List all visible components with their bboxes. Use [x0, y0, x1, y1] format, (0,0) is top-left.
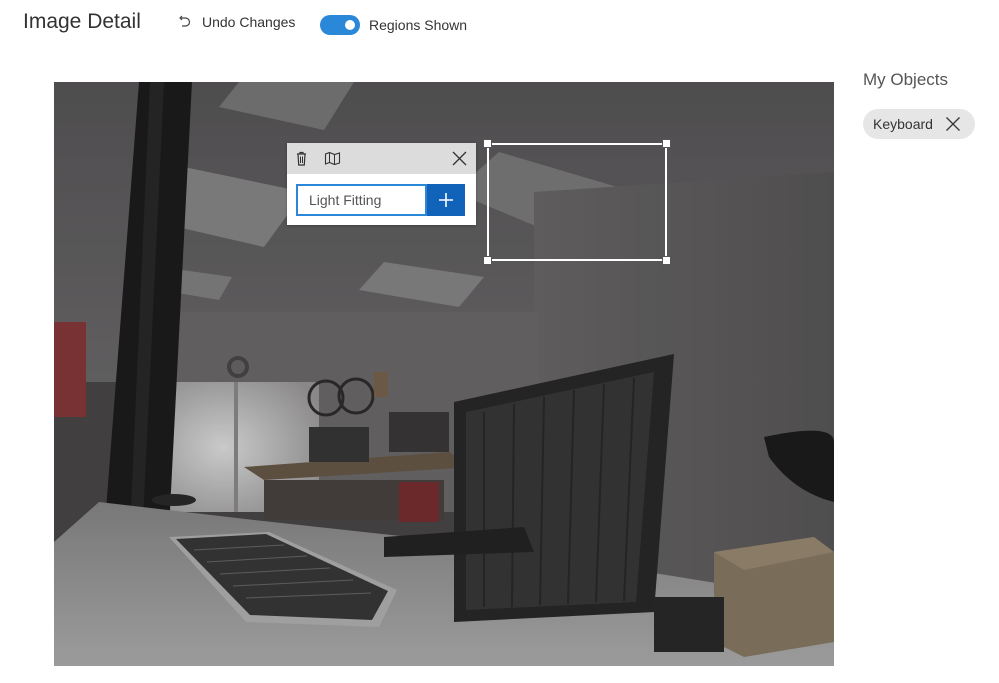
popup-body [296, 184, 465, 216]
regions-toggle-group: Regions Shown [320, 15, 467, 35]
regions-shown-label: Regions Shown [369, 17, 468, 33]
tag-name-input[interactable] [296, 184, 427, 216]
undo-changes-label: Undo Changes [202, 14, 296, 30]
header: Image Detail Undo Changes Regions Shown [0, 0, 999, 52]
undo-changes-button[interactable]: Undo Changes [176, 14, 295, 30]
page-title: Image Detail [23, 10, 141, 33]
my-objects-title: My Objects [863, 70, 949, 89]
object-chip-keyboard[interactable]: Keyboard [863, 109, 975, 139]
regions-shown-toggle[interactable] [320, 15, 360, 35]
undo-icon [179, 15, 191, 27]
toggle-knob [345, 20, 355, 30]
resize-handle-top-left[interactable] [483, 139, 492, 148]
object-chip-label: Keyboard [873, 116, 933, 132]
close-icon[interactable] [451, 150, 468, 167]
add-tag-button[interactable] [427, 184, 465, 216]
plus-icon [439, 193, 453, 207]
resize-handle-bottom-right[interactable] [662, 256, 671, 265]
trash-icon[interactable] [293, 150, 310, 167]
map-icon[interactable] [324, 150, 341, 167]
selected-region-box[interactable] [483, 139, 671, 265]
resize-handle-top-right[interactable] [662, 139, 671, 148]
resize-handle-bottom-left[interactable] [483, 256, 492, 265]
region-tag-popup [287, 143, 476, 225]
popup-toolbar [287, 143, 476, 174]
close-icon[interactable] [945, 116, 961, 132]
